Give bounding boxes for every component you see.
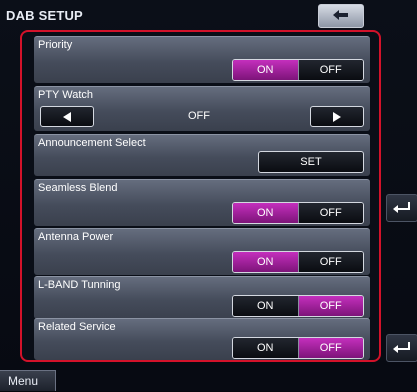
antenna-power-toggle[interactable]: ON OFF (232, 251, 364, 273)
triangle-left-icon (63, 111, 71, 122)
priority-toggle[interactable]: ON OFF (232, 59, 364, 81)
seamless-blend-off-button[interactable]: OFF (297, 203, 363, 223)
setting-row-pty-watch: PTY Watch OFF (34, 86, 370, 131)
setting-row-related-service: Related Service ON OFF (34, 318, 370, 360)
pty-prev-button[interactable] (40, 106, 94, 127)
setting-row-l-band: L-BAND Tunning ON OFF (34, 276, 370, 319)
related-service-on-button[interactable]: ON (233, 338, 298, 358)
pty-watch-value: OFF (188, 110, 210, 122)
setting-label: Related Service (38, 321, 116, 333)
pty-next-button[interactable] (310, 106, 364, 127)
related-service-toggle[interactable]: ON OFF (232, 337, 364, 359)
priority-off-button[interactable]: OFF (297, 60, 363, 80)
menu-button[interactable]: Menu (0, 370, 56, 391)
setting-label: Seamless Blend (38, 182, 118, 194)
setting-label: Announcement Select (38, 137, 146, 149)
announcement-set-button[interactable]: SET (258, 151, 364, 173)
setting-row-announcement: Announcement Select SET (34, 134, 370, 176)
setting-row-antenna-power: Antenna Power ON OFF (34, 228, 370, 275)
l-band-off-button[interactable]: OFF (297, 296, 363, 316)
seamless-blend-on-button[interactable]: ON (233, 203, 298, 223)
return-arrow-icon (393, 202, 410, 213)
dab-setup-screen: DAB SETUP Priority ON OFF PTY Watch OFF (0, 0, 417, 391)
back-arrow-icon (333, 10, 348, 20)
priority-on-button[interactable]: ON (233, 60, 298, 80)
setting-row-seamless-blend: Seamless Blend ON OFF (34, 179, 370, 226)
related-service-off-button[interactable]: OFF (297, 338, 363, 358)
return-button-bottom[interactable] (386, 334, 417, 362)
return-button[interactable] (386, 194, 417, 222)
setting-label: Priority (38, 39, 73, 51)
back-button[interactable] (318, 4, 364, 28)
setting-row-priority: Priority ON OFF (34, 36, 370, 83)
antenna-power-off-button[interactable]: OFF (297, 252, 363, 272)
seamless-blend-toggle[interactable]: ON OFF (232, 202, 364, 224)
l-band-toggle[interactable]: ON OFF (232, 295, 364, 317)
setting-label: Antenna Power (38, 231, 114, 243)
settings-list: Priority ON OFF PTY Watch OFF Announceme… (20, 30, 381, 362)
page-title: DAB SETUP (6, 8, 83, 23)
triangle-right-icon (333, 111, 341, 122)
setting-label: L-BAND Tunning (38, 279, 121, 291)
l-band-on-button[interactable]: ON (233, 296, 298, 316)
return-arrow-icon (393, 342, 410, 353)
setting-label: PTY Watch (38, 89, 94, 101)
antenna-power-on-button[interactable]: ON (233, 252, 298, 272)
